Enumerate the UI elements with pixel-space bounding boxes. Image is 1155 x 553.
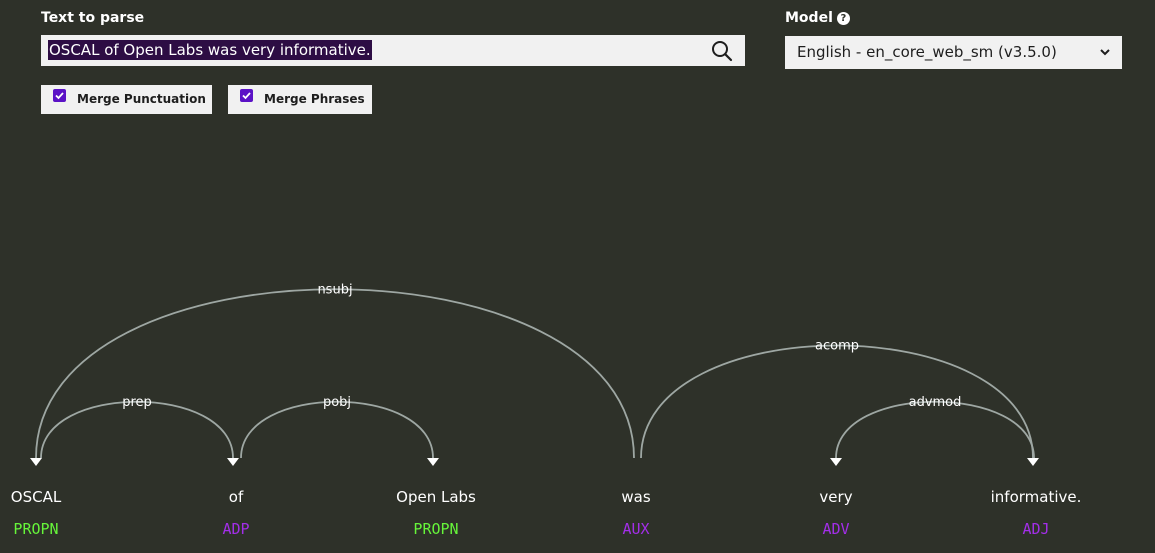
arc-nsubj — [35, 288, 635, 459]
token-tag: PROPN — [413, 520, 458, 538]
arc-pobj — [240, 401, 434, 459]
arrowhead — [227, 458, 239, 466]
arc-label: pobj — [323, 395, 351, 410]
arc-acomp — [640, 344, 1034, 459]
token-word: of — [229, 488, 244, 506]
token-tag: AUX — [622, 520, 649, 538]
arrowhead — [1027, 458, 1039, 466]
token-tag: ADJ — [1022, 520, 1049, 538]
arc-prep — [40, 401, 234, 459]
token-word: very — [819, 488, 852, 506]
token-word: Open Labs — [396, 488, 476, 506]
arc-label: prep — [122, 395, 152, 410]
token-tag: ADP — [222, 520, 249, 538]
arc-advmod — [835, 401, 1035, 459]
token-tag: PROPN — [13, 520, 58, 538]
arrowhead — [830, 458, 842, 466]
arc-label: acomp — [815, 339, 859, 354]
arrowhead — [30, 458, 42, 466]
token-word: was — [621, 488, 650, 506]
token-tag: ADV — [822, 520, 849, 538]
token-word: OSCAL — [11, 488, 62, 506]
dependency-parse: OSCAL PROPN of ADP Open Labs PROPN was AUX very A… — [11, 282, 1082, 538]
arc-label: nsubj — [317, 282, 352, 297]
arc-label: advmod — [909, 395, 962, 410]
token-word: informative. — [991, 488, 1082, 506]
arrowhead — [427, 458, 439, 466]
